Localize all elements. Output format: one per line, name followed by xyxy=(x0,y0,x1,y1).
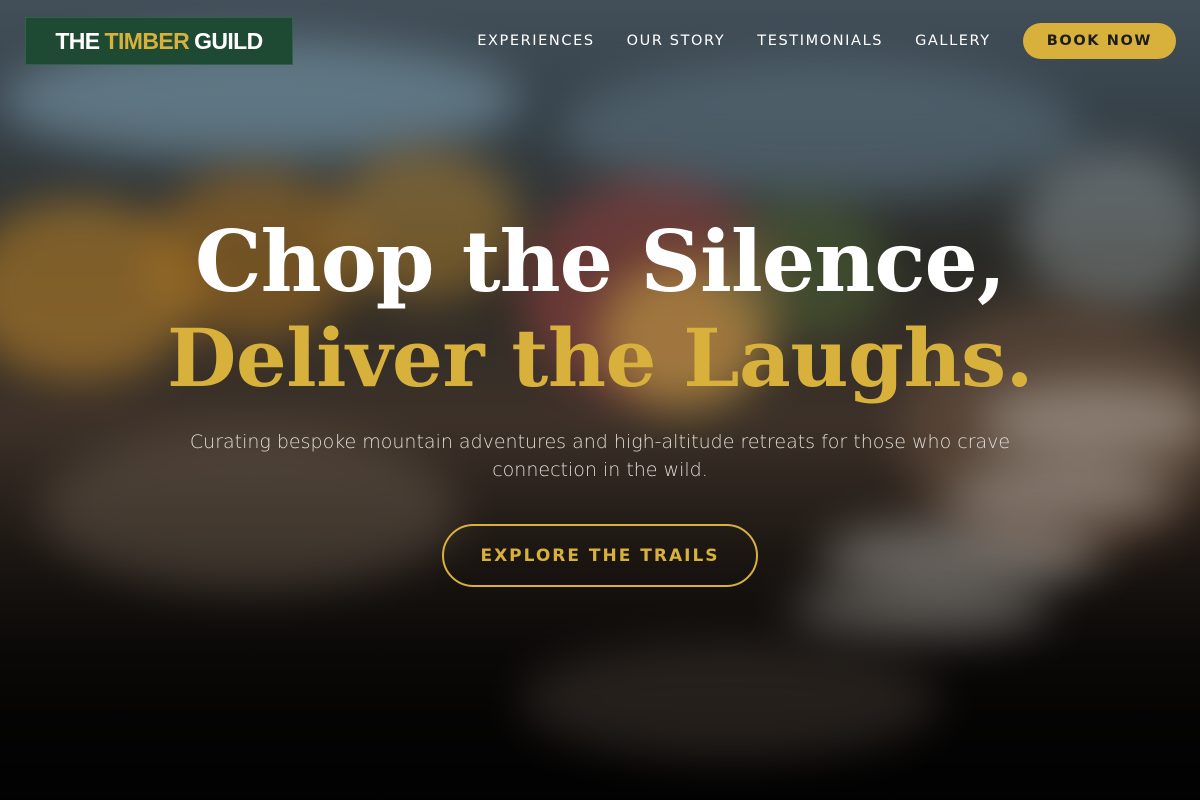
headline-line-2: Deliver the Laughs. xyxy=(166,311,1034,405)
logo-text-the: THE xyxy=(55,27,100,54)
hero-subtitle: Curating bespoke mountain adventures and… xyxy=(189,431,1011,481)
nav-link-testimonials[interactable]: TESTIMONIALS xyxy=(757,33,883,49)
logo-text-timber: TIMBER xyxy=(104,27,190,54)
hero-section: THE TIMBER GUILD EXPERIENCES OUR STORY TES… xyxy=(0,0,1200,800)
site-logo[interactable]: THE TIMBER GUILD xyxy=(25,17,293,65)
headline-line-1: Chop the Silence, xyxy=(194,212,1006,311)
background-photo-blur xyxy=(790,580,1050,640)
background-photo-blur xyxy=(560,60,1080,200)
background-photo-blur xyxy=(820,520,1100,590)
logo-text-guild: GUILD xyxy=(194,27,263,54)
background-photo-blur xyxy=(520,640,940,760)
main-nav: EXPERIENCES OUR STORY TESTIMONIALS GALLE… xyxy=(477,23,1176,59)
hero-headline: Chop the Silence, Deliver the Laughs. xyxy=(0,214,1200,406)
explore-trails-button[interactable]: EXPLORE THE TRAILS xyxy=(442,524,758,587)
book-now-button[interactable]: BOOK NOW xyxy=(1022,23,1176,59)
nav-link-our-story[interactable]: OUR STORY xyxy=(627,33,726,49)
nav-link-experiences[interactable]: EXPERIENCES xyxy=(477,33,594,49)
nav-link-gallery[interactable]: GALLERY xyxy=(915,33,991,49)
